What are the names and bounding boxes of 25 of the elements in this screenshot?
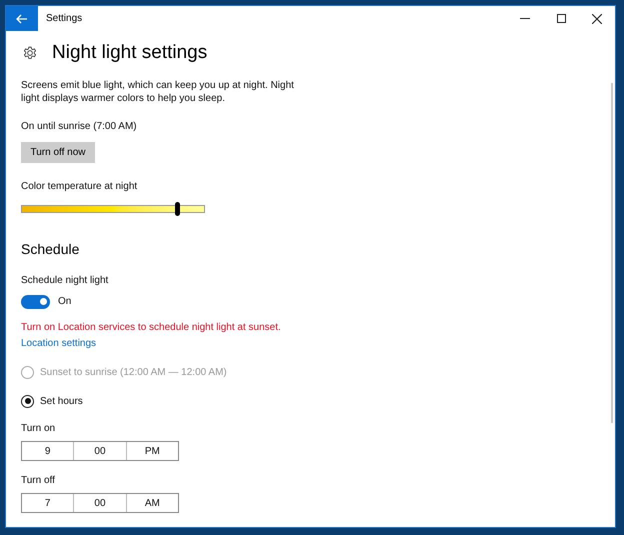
back-arrow-icon <box>16 14 28 24</box>
section-heading: Schedule <box>21 240 80 259</box>
back-button[interactable] <box>6 6 38 31</box>
minimize-icon <box>520 18 530 19</box>
scrollbar[interactable] <box>611 83 613 423</box>
status-text: On until sunrise (7:00 AM) <box>21 120 138 134</box>
settings-icon <box>23 46 37 60</box>
slider-label: Color temperature at night <box>21 180 138 194</box>
color-temperature-slider[interactable] <box>21 202 205 216</box>
close-icon <box>592 14 602 24</box>
window-title: Settings <box>46 12 82 26</box>
maximize-icon <box>556 14 566 23</box>
radio-button[interactable] <box>21 394 34 408</box>
location-settings-link[interactable]: Location settings <box>21 336 96 351</box>
time-label: Turn on <box>21 422 56 436</box>
slider-thumb[interactable] <box>175 202 180 216</box>
description-text: Screens emit blue light, which can keep you up at night. Night light displays warmer colors to help you sleep. <box>21 79 295 105</box>
radio-option[interactable]: Set hours <box>21 393 83 409</box>
warning-text: Turn on Location services to schedule night light at sunset. <box>21 321 282 335</box>
toggle-label: Schedule night light <box>21 274 110 288</box>
page-title: Night light settings <box>52 40 208 65</box>
turn-off-button[interactable]: Turn off now <box>21 142 95 163</box>
time-label: Turn off <box>21 474 56 488</box>
toggle-state: On <box>58 295 72 309</box>
schedule-toggle[interactable] <box>21 294 50 308</box>
